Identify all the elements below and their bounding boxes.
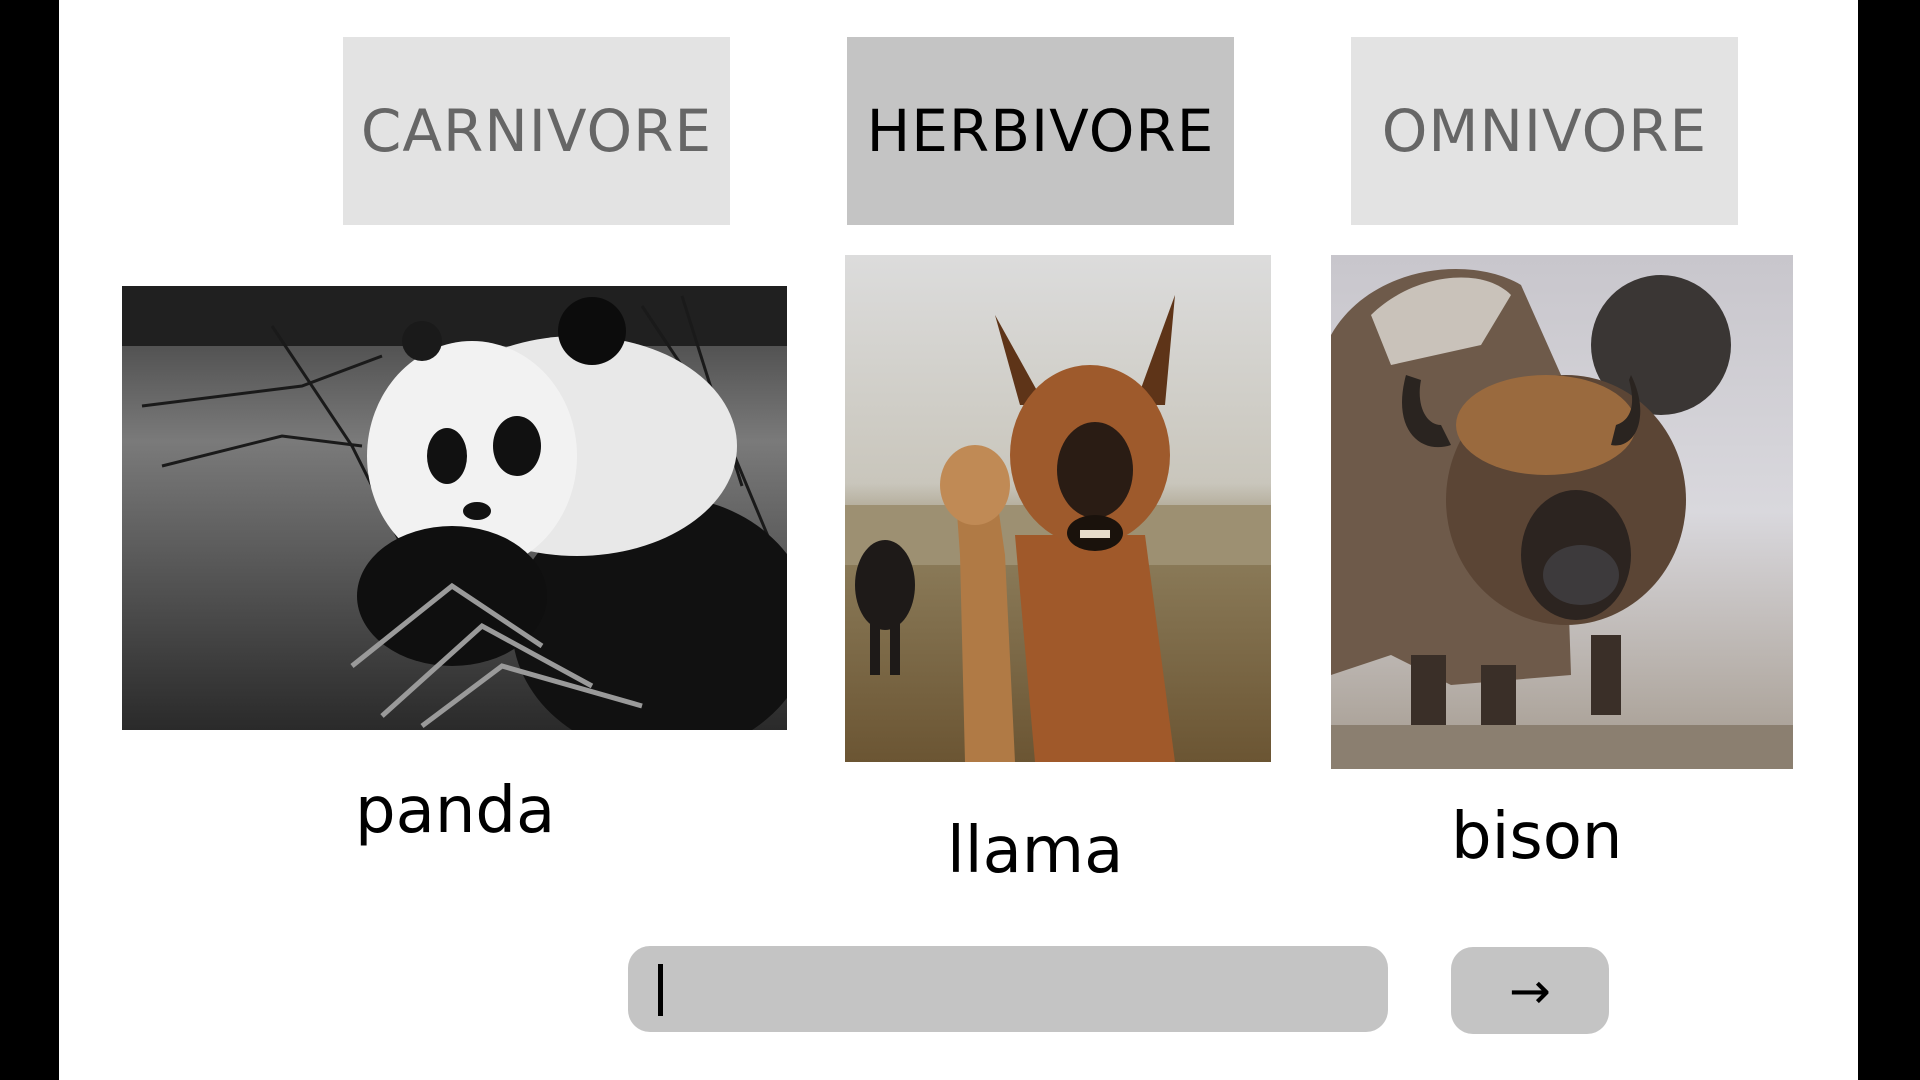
omnivore-button[interactable]: OMNIVORE bbox=[1351, 37, 1738, 225]
bison-image[interactable] bbox=[1331, 255, 1793, 769]
bison-label: bison bbox=[1451, 800, 1623, 874]
herbivore-label: HERBIVORE bbox=[866, 97, 1215, 165]
quiz-canvas: CARNIVORE HERBIVORE OMNIVORE panda llama… bbox=[59, 0, 1858, 1080]
panda-image[interactable] bbox=[122, 286, 787, 730]
carnivore-label: CARNIVORE bbox=[360, 97, 713, 165]
llama-label: llama bbox=[947, 814, 1124, 888]
answer-input[interactable] bbox=[628, 946, 1388, 1032]
submit-arrow-button[interactable]: → bbox=[1451, 947, 1609, 1034]
text-caret bbox=[658, 964, 663, 1016]
herbivore-button[interactable]: HERBIVORE bbox=[847, 37, 1234, 225]
llama-image[interactable] bbox=[845, 255, 1271, 762]
omnivore-label: OMNIVORE bbox=[1381, 97, 1708, 165]
carnivore-button[interactable]: CARNIVORE bbox=[343, 37, 730, 225]
right-arrow-icon: → bbox=[1509, 961, 1551, 1020]
panda-label: panda bbox=[355, 774, 556, 848]
